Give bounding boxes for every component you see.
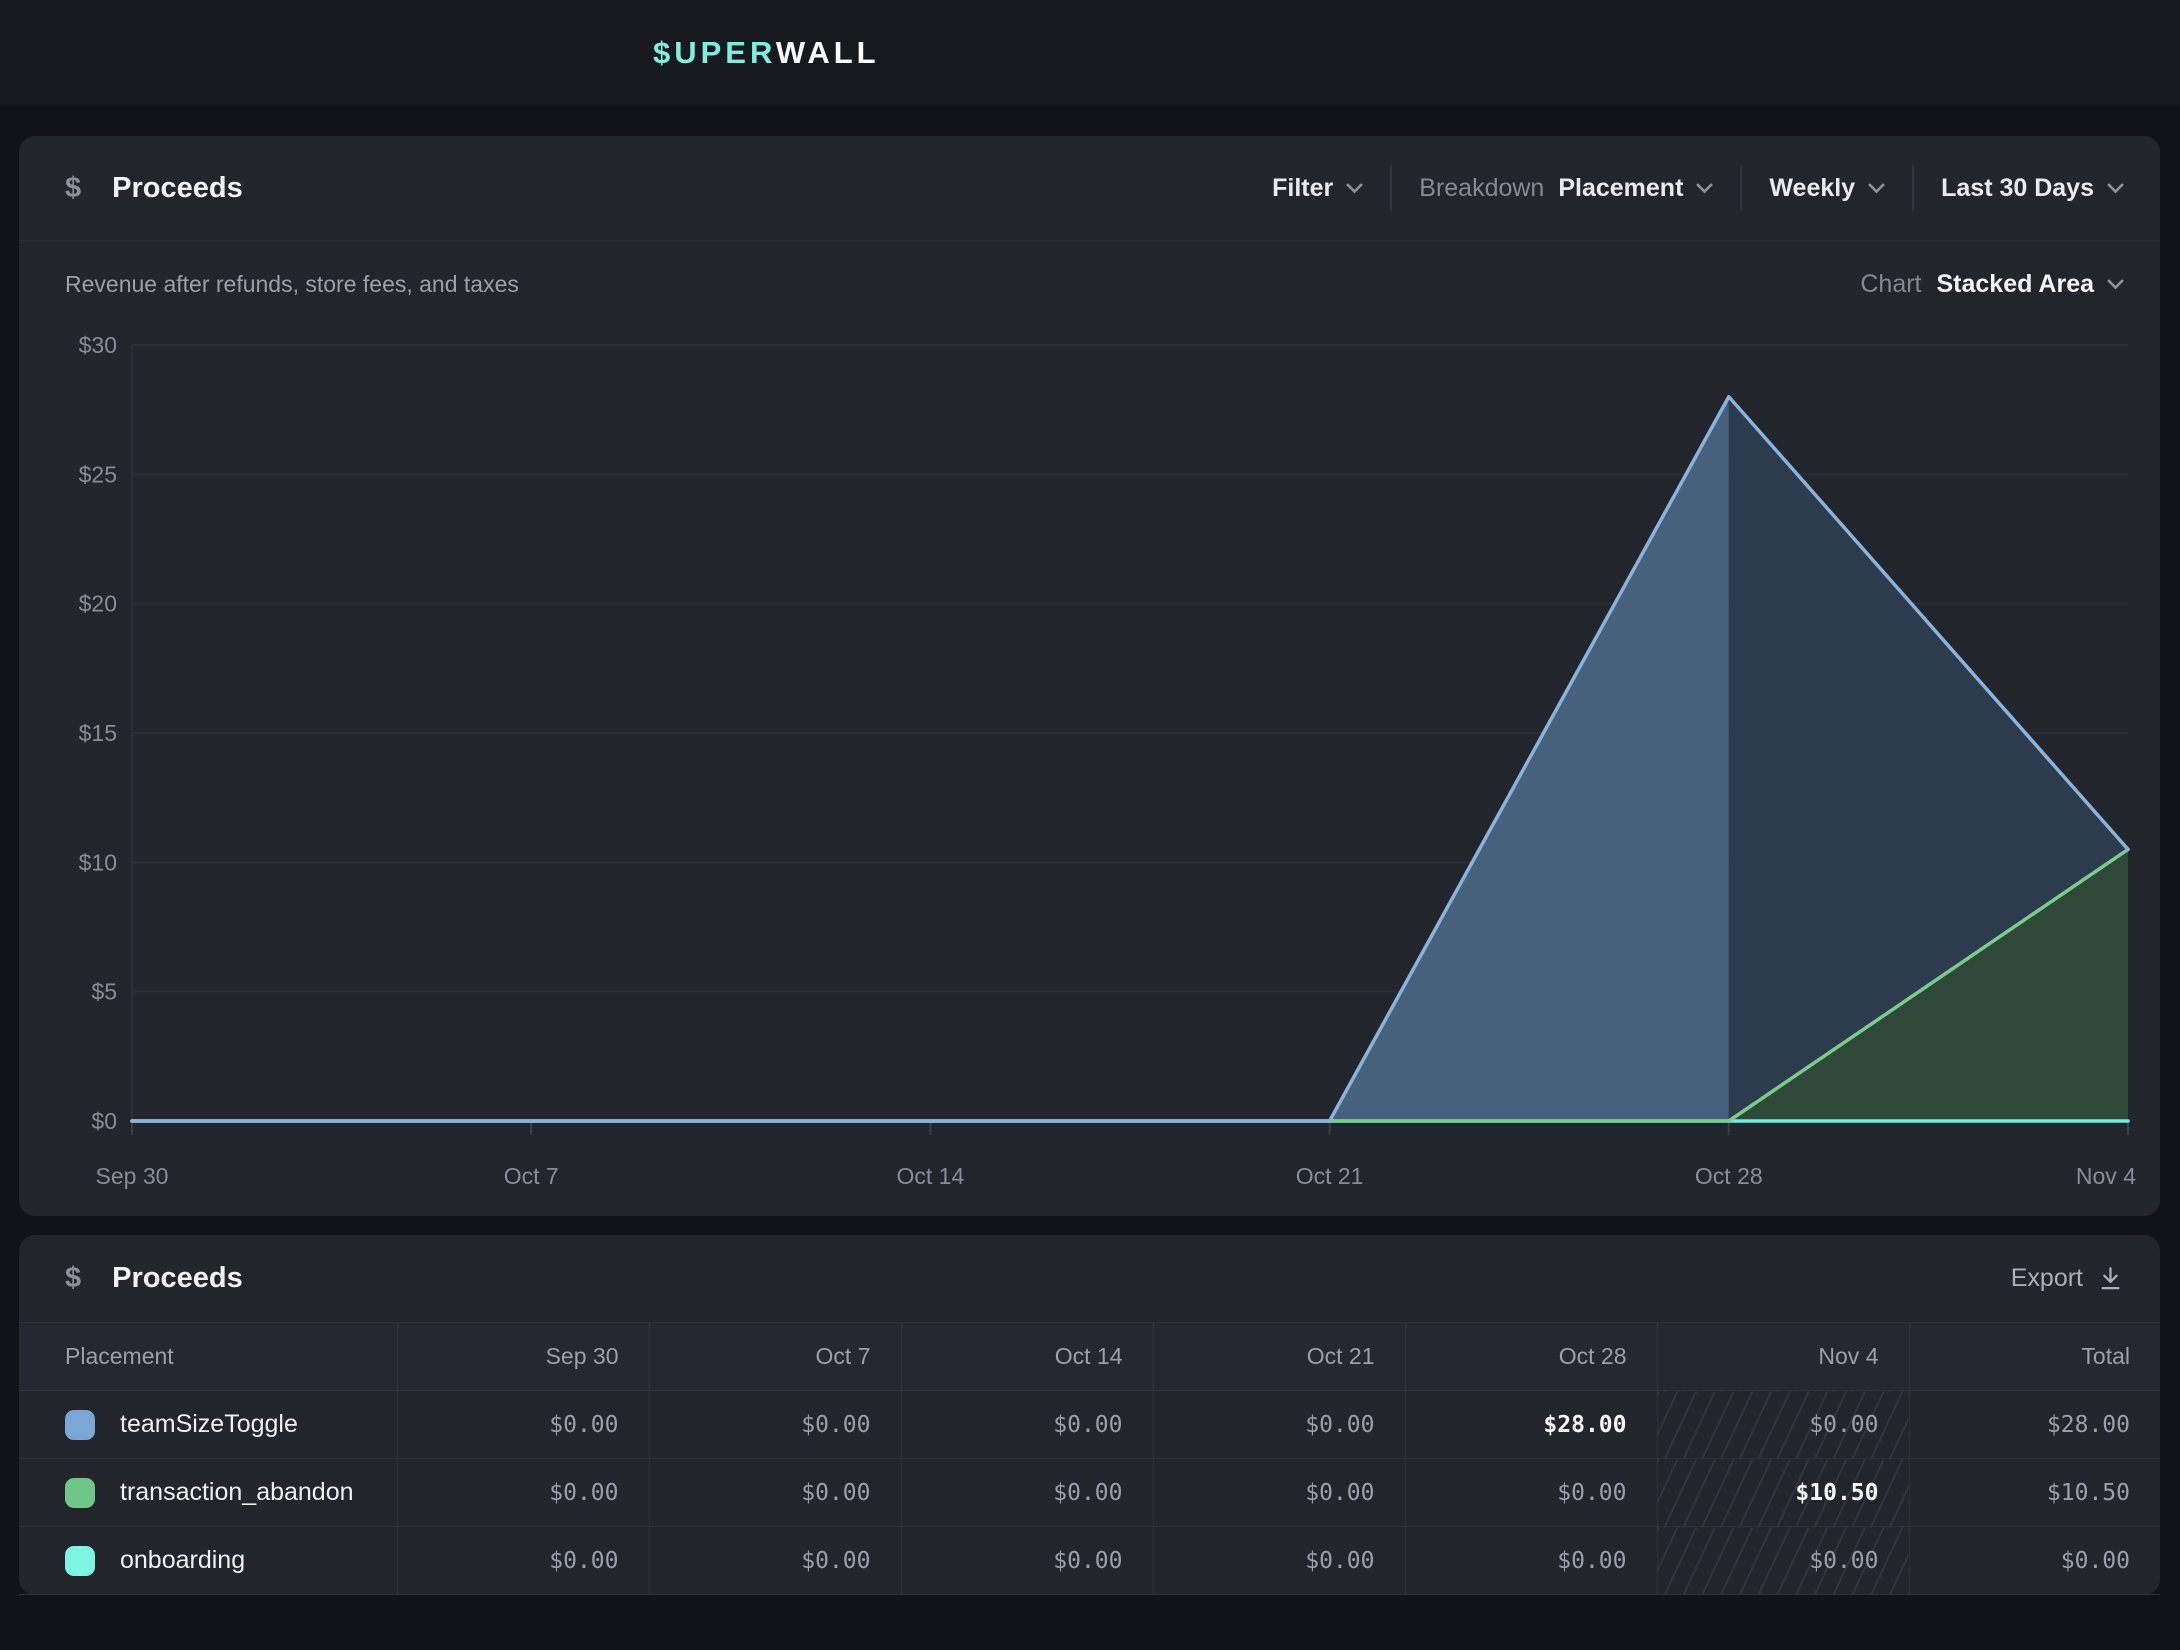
chart-subtitle: Revenue after refunds, store fees, and t… — [65, 271, 519, 298]
export-label: Export — [2011, 1264, 2083, 1293]
column-header-oct7: Oct 7 — [649, 1323, 901, 1391]
svg-text:Sep 30: Sep 30 — [96, 1163, 169, 1189]
chevron-down-icon — [2107, 279, 2124, 290]
svg-text:$15: $15 — [79, 720, 117, 746]
cell-value: $0.00 — [1153, 1459, 1405, 1527]
filter-dropdown[interactable]: Filter — [1272, 174, 1363, 203]
page-title: Proceeds — [112, 172, 243, 205]
proceeds-chart-card: $ Proceeds Filter Breakdown Placement We… — [19, 136, 2160, 1216]
divider — [1390, 166, 1392, 210]
column-header-nov4: Nov 4 — [1657, 1323, 1909, 1391]
cell-value: $0.00 — [1153, 1391, 1405, 1459]
series-swatch — [65, 1478, 95, 1508]
cell-value-highlight-incomplete: $10.50 — [1657, 1459, 1909, 1527]
column-header-sep30: Sep 30 — [397, 1323, 649, 1391]
cell-value: $0.00 — [901, 1391, 1153, 1459]
svg-text:Nov 4: Nov 4 — [2076, 1163, 2136, 1189]
cell-total: $10.50 — [1909, 1459, 2160, 1527]
proceeds-card-header: $ Proceeds Filter Breakdown Placement We… — [19, 136, 2160, 241]
chevron-down-icon — [1696, 183, 1713, 194]
cell-total: $28.00 — [1909, 1391, 2160, 1459]
table-card-header: $ Proceeds Export — [19, 1235, 2160, 1322]
chart-subtitle-row: Revenue after refunds, store fees, and t… — [19, 241, 2160, 327]
breakdown-label: Breakdown — [1419, 174, 1544, 203]
placement-name: transaction_abandon — [120, 1478, 354, 1507]
placement-name: onboarding — [120, 1546, 245, 1575]
column-header-oct28: Oct 28 — [1405, 1323, 1657, 1391]
divider — [1740, 166, 1742, 210]
chart-type-value: Stacked Area — [1937, 270, 2095, 299]
proceeds-title-group: $ Proceeds — [65, 172, 243, 205]
date-range-value: Last 30 Days — [1941, 174, 2094, 203]
dollar-icon: $ — [65, 172, 81, 205]
chevron-down-icon — [1346, 183, 1363, 194]
svg-text:$30: $30 — [79, 332, 117, 358]
export-button[interactable]: Export — [2011, 1264, 2124, 1293]
date-range-dropdown[interactable]: Last 30 Days — [1941, 174, 2124, 203]
cell-value: $0.00 — [649, 1459, 901, 1527]
filter-dropdown-label: Filter — [1272, 174, 1333, 203]
svg-text:$10: $10 — [79, 849, 117, 875]
interval-value: Weekly — [1769, 174, 1855, 203]
table-header-row: Placement Sep 30 Oct 7 Oct 14 Oct 21 Oct… — [19, 1323, 2160, 1391]
series-swatch — [65, 1410, 95, 1440]
cell-value: $0.00 — [649, 1527, 901, 1595]
breakdown-dropdown[interactable]: Breakdown Placement — [1419, 174, 1713, 203]
chart-type-dropdown[interactable]: Chart Stacked Area — [1860, 270, 2124, 299]
column-header-total: Total — [1909, 1323, 2160, 1391]
cell-value: $0.00 — [1405, 1459, 1657, 1527]
chart-filter-bar: Filter Breakdown Placement Weekly Last 3… — [1272, 166, 2124, 210]
svg-text:$20: $20 — [79, 591, 117, 617]
chevron-down-icon — [1868, 183, 1885, 194]
svg-text:Oct 7: Oct 7 — [504, 1163, 559, 1189]
cell-value: $0.00 — [901, 1527, 1153, 1595]
svg-text:Oct 14: Oct 14 — [897, 1163, 965, 1189]
cell-value-incomplete: $0.00 — [1657, 1527, 1909, 1595]
svg-text:$5: $5 — [91, 979, 117, 1005]
cell-value: $0.00 — [649, 1391, 901, 1459]
svg-text:$0: $0 — [91, 1108, 117, 1134]
dollar-icon: $ — [65, 1262, 81, 1295]
table-title-group: $ Proceeds — [65, 1262, 243, 1295]
logo-secondary: WALL — [776, 35, 880, 70]
svg-text:$25: $25 — [79, 461, 117, 487]
logo-primary: $UPER — [653, 35, 776, 70]
cell-value: $0.00 — [397, 1391, 649, 1459]
placement-name: teamSizeToggle — [120, 1410, 298, 1439]
placement-legend-transaction_abandon[interactable]: transaction_abandon — [19, 1459, 397, 1527]
cell-value: $0.00 — [397, 1527, 649, 1595]
table-row: transaction_abandon $0.00 $0.00 $0.00 $0… — [19, 1459, 2160, 1527]
cell-value: $0.00 — [1153, 1527, 1405, 1595]
stacked-area-chart[interactable]: $0 $5 $10 $15 $20 $25 $30 Sep 30 Oct 7 Oct 14 Oct … — [19, 327, 2160, 1197]
cell-value: $0.00 — [1405, 1527, 1657, 1595]
interval-dropdown[interactable]: Weekly — [1769, 174, 1885, 203]
breakdown-value: Placement — [1558, 174, 1683, 203]
series-swatch — [65, 1546, 95, 1576]
chart-type-label: Chart — [1860, 270, 1921, 299]
download-icon — [2097, 1265, 2124, 1292]
cell-value: $0.00 — [901, 1459, 1153, 1527]
column-header-oct21: Oct 21 — [1153, 1323, 1405, 1391]
cell-value-highlight: $28.00 — [1405, 1391, 1657, 1459]
table-title: Proceeds — [112, 1262, 243, 1295]
divider — [1912, 166, 1914, 210]
proceeds-table-card: $ Proceeds Export Placement Sep 30 Oct 7… — [19, 1235, 2160, 1595]
chevron-down-icon — [2107, 183, 2124, 194]
column-header-oct14: Oct 14 — [901, 1323, 1153, 1391]
svg-text:Oct 28: Oct 28 — [1695, 1163, 1763, 1189]
placement-legend-onboarding[interactable]: onboarding — [19, 1527, 397, 1595]
placement-legend-teamSizeToggle[interactable]: teamSizeToggle — [19, 1391, 397, 1459]
table-row: teamSizeToggle $0.00 $0.00 $0.00 $0.00 $… — [19, 1391, 2160, 1459]
cell-value-incomplete: $0.00 — [1657, 1391, 1909, 1459]
column-header-placement: Placement — [19, 1323, 397, 1391]
top-bar: $UPERWALL — [0, 0, 2180, 105]
cell-value: $0.00 — [397, 1459, 649, 1527]
proceeds-table: Placement Sep 30 Oct 7 Oct 14 Oct 21 Oct… — [19, 1322, 2160, 1595]
svg-text:Oct 21: Oct 21 — [1296, 1163, 1364, 1189]
cell-total: $0.00 — [1909, 1527, 2160, 1595]
chart-area: $0 $5 $10 $15 $20 $25 $30 Sep 30 Oct 7 Oct 14 Oct … — [19, 327, 2160, 1197]
superwall-logo: $UPERWALL — [653, 35, 880, 71]
table-row: onboarding $0.00 $0.00 $0.00 $0.00 $0.00… — [19, 1527, 2160, 1595]
